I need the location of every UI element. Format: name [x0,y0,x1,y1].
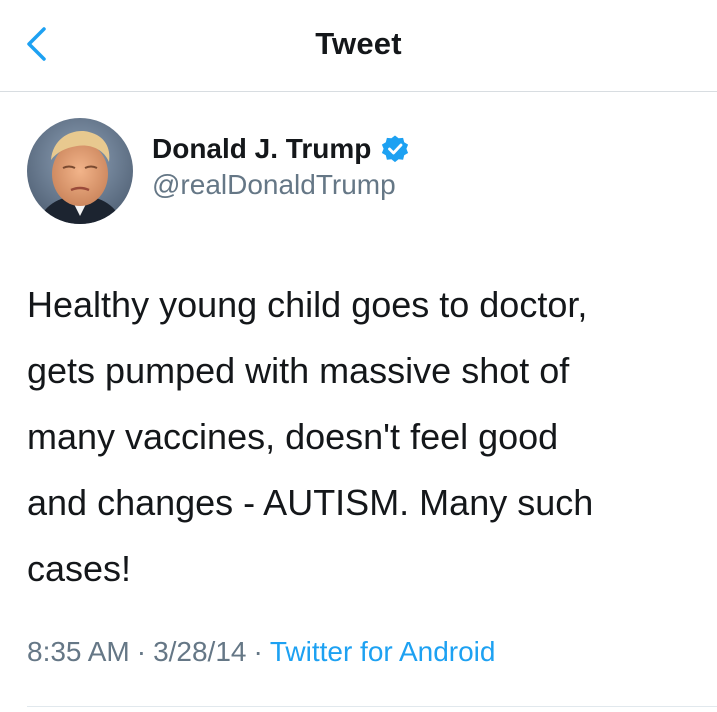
tweet-metadata: 8:35 AM · 3/28/14 · Twitter for Android [27,636,495,668]
user-handle[interactable]: @realDonaldTrump [152,169,410,201]
name-row: Donald J. Trump [152,131,410,167]
tweet-detail-screen: Tweet Donald J. Trump @realDonaldTrump H… [0,0,717,712]
tweet-date: 3/28/14 [153,636,247,667]
page-title: Tweet [315,26,402,61]
divider [27,706,717,707]
verified-badge-icon [380,134,410,164]
meta-separator: · [253,636,263,667]
tweet-author: Donald J. Trump @realDonaldTrump [0,91,717,241]
meta-separator: · [136,636,147,667]
author-info: Donald J. Trump @realDonaldTrump [152,131,410,201]
tweet-text: Healthy young child goes to doctor, gets… [27,284,594,589]
display-name[interactable]: Donald J. Trump [152,133,371,165]
tweet-time: 8:35 AM [27,636,130,667]
nav-header: Tweet [0,0,717,92]
avatar[interactable] [27,118,133,224]
tweet-source-link[interactable]: Twitter for Android [270,636,496,667]
